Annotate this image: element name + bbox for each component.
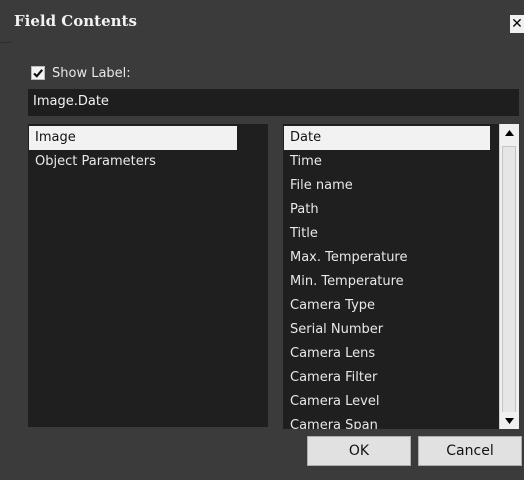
field-list-scrollbar[interactable] — [499, 124, 519, 429]
arrow-up-icon — [505, 129, 514, 136]
field-item-serial-number[interactable]: Serial Number — [284, 318, 490, 342]
field-item-camera-span[interactable]: Camera Span — [284, 414, 490, 429]
label-text-field[interactable]: Image.Date — [28, 89, 519, 116]
field-item-path[interactable]: Path — [284, 198, 490, 222]
field-item-max-temperature[interactable]: Max. Temperature — [284, 246, 490, 270]
scrollbar-thumb[interactable] — [502, 146, 516, 414]
scroll-down-button[interactable] — [501, 412, 518, 429]
field-item-camera-filter[interactable]: Camera Filter — [284, 366, 490, 390]
show-label-checkbox[interactable] — [31, 66, 45, 80]
show-label-text: Show Label: — [52, 65, 131, 81]
dialog-title: Field Contents — [14, 12, 137, 30]
show-label-option[interactable]: Show Label: — [31, 64, 131, 82]
scroll-up-button[interactable] — [501, 124, 518, 141]
field-item-min-temperature[interactable]: Min. Temperature — [284, 270, 490, 294]
category-item-image[interactable]: Image — [29, 126, 237, 150]
ok-button[interactable]: OK — [307, 436, 411, 466]
cancel-button[interactable]: Cancel — [418, 436, 522, 466]
field-item-camera-lens[interactable]: Camera Lens — [284, 342, 490, 366]
arrow-down-icon — [505, 417, 514, 424]
dialog-body: Show Label: Image.Date Image Object Para… — [11, 42, 524, 480]
field-item-camera-level[interactable]: Camera Level — [284, 390, 490, 414]
field-item-date[interactable]: Date — [284, 126, 490, 150]
category-item-object-parameters[interactable]: Object Parameters — [29, 150, 237, 174]
category-list[interactable]: Image Object Parameters — [28, 124, 268, 427]
field-item-time[interactable]: Time — [284, 150, 490, 174]
field-list[interactable]: Date Time File name Path Title Max. Temp… — [283, 124, 519, 429]
field-item-camera-type[interactable]: Camera Type — [284, 294, 490, 318]
close-icon[interactable]: ✕ — [510, 15, 524, 33]
dialog-titlebar[interactable]: Field Contents ✕ — [0, 0, 524, 43]
checkmark-icon — [33, 69, 44, 78]
field-item-file-name[interactable]: File name — [284, 174, 490, 198]
field-contents-dialog: Field Contents ✕ Show Label: Image.Date … — [0, 0, 524, 480]
field-item-title[interactable]: Title — [284, 222, 490, 246]
